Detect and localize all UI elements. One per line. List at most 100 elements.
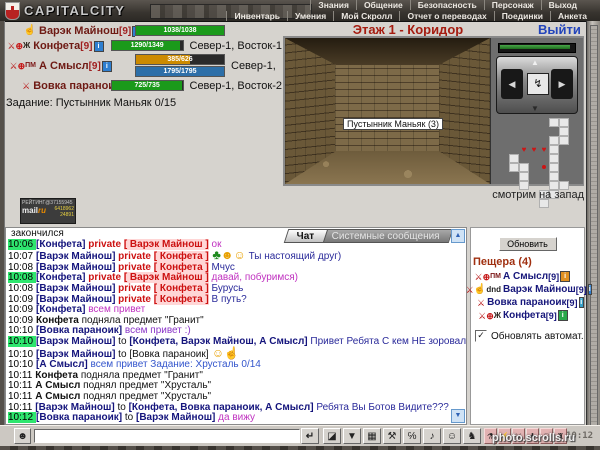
- menu-item[interactable]: Персонаж: [484, 0, 541, 10]
- chat-segment: [Конфета]: [36, 239, 85, 250]
- map-empty: [569, 127, 579, 136]
- chat-segment: всем привет: [85, 304, 145, 315]
- chat-timestamp: 10:10: [8, 336, 36, 347]
- submenu-item[interactable]: Отчет о переводах: [399, 11, 493, 21]
- chat-segment: [Вовка параноик]: [36, 412, 122, 423]
- nav-left-arrow[interactable]: ◀: [501, 69, 523, 99]
- cave-member-name[interactable]: Вовка параноик: [485, 297, 566, 308]
- submenu-item[interactable]: Мой Скролл: [333, 11, 399, 21]
- chat-scroll-down[interactable]: ▼: [451, 409, 465, 423]
- chat-scroll-up[interactable]: ▲: [451, 229, 465, 243]
- window-button[interactable]: ▦: [363, 428, 381, 444]
- sound-button[interactable]: ♪: [423, 428, 441, 444]
- chat-toolbar: ☻ ↵ ◪▼▦⚒℅♪☺♞ ⚗⚡⚔✚☠♜ 10:12 photo.scrolls.…: [0, 425, 600, 446]
- emoticon-picker-button[interactable]: ☻: [14, 428, 31, 444]
- potion-button[interactable]: ⚗: [484, 428, 497, 444]
- chat-segment: private: [85, 272, 123, 283]
- submenu-item[interactable]: Умения: [287, 11, 333, 21]
- auto-refresh-label: Обновлять автомат.: [491, 331, 584, 342]
- nav-center-button[interactable]: ↯: [527, 73, 549, 95]
- map-empty: [539, 172, 549, 181]
- filter-button[interactable]: ▼: [343, 428, 361, 444]
- runner-button[interactable]: ⚒: [383, 428, 401, 444]
- attack-button[interactable]: ⚔: [512, 428, 525, 444]
- lightning-button[interactable]: ⚡: [498, 428, 511, 444]
- submenu-item[interactable]: Анкета: [550, 11, 594, 21]
- nav-up-arrow[interactable]: ▲: [531, 58, 539, 67]
- chat-segment: [Варэк Майнош]: [36, 283, 115, 294]
- heal-button[interactable]: ✚: [526, 428, 539, 444]
- nav-right-arrow[interactable]: ▶: [551, 69, 573, 99]
- window-scrollbar[interactable]: [586, 21, 600, 445]
- hp-bar: 725/735: [111, 80, 184, 91]
- status-icon: ПМ: [25, 61, 36, 71]
- member-name[interactable]: Варэк Майнош: [39, 25, 119, 37]
- submenu-item[interactable]: Инвентарь: [226, 11, 287, 21]
- info-badge-icon[interactable]: i: [94, 41, 104, 52]
- cave-member-name[interactable]: Варэк Майнош: [501, 284, 576, 295]
- map-dot-icon: [539, 163, 549, 172]
- chat-timestamp: 10:12: [8, 412, 36, 423]
- member-name[interactable]: Вовка параноик: [33, 80, 111, 92]
- member-location: Север-1, Восток-1: [184, 40, 283, 52]
- counter-line1: РЕЙТИНГ@37155945: [21, 199, 75, 206]
- helmet-button[interactable]: ♞: [463, 428, 481, 444]
- smiley-button[interactable]: ☺: [443, 428, 461, 444]
- rating-counter-badge[interactable]: РЕЙТИНГ@37155945 mailru 641896224891: [20, 198, 76, 224]
- status-icon: ☝: [24, 26, 36, 36]
- location-title: Этаж 1 - Коридор: [283, 22, 533, 37]
- map-empty: [559, 145, 569, 154]
- chat-segment: закончился: [11, 228, 64, 239]
- map-empty: [519, 136, 529, 145]
- status-icon: ⚔: [477, 298, 485, 308]
- chat-tab[interactable]: Системные сообщения: [319, 229, 453, 243]
- map-tile: [549, 145, 559, 154]
- party-member-row: ⚔ Вовка параноик[9]i 725/735 Север-1, Во…: [6, 79, 282, 92]
- nav-down-arrow[interactable]: ▼: [531, 104, 539, 113]
- cave-member-level: [9]: [576, 285, 587, 295]
- npc-tooltip[interactable]: Пустынник Маньяк (3): [343, 118, 443, 130]
- chat-timestamp: 10:11: [8, 380, 35, 391]
- sub-menu: ИнвентарьУменияМой СкроллОтчет о перевод…: [226, 10, 594, 21]
- menu-item[interactable]: Безопасность: [410, 0, 484, 10]
- member-bars: 1038/1038: [135, 25, 225, 36]
- menu-item[interactable]: Общение: [356, 0, 410, 10]
- hp-bar-value: 1795/1795: [136, 67, 224, 76]
- map-empty: [569, 154, 579, 163]
- member-name[interactable]: Конфета: [33, 40, 80, 52]
- map-heart-icon: ♥: [529, 145, 539, 154]
- skull-button[interactable]: ☠: [540, 428, 553, 444]
- chat-timestamp: 10:11: [8, 391, 35, 402]
- menu-item[interactable]: Выход: [541, 0, 584, 10]
- submenu-item[interactable]: Поединки: [494, 11, 550, 21]
- eraser-button[interactable]: ◪: [323, 428, 341, 444]
- send-button[interactable]: ↵: [301, 428, 319, 444]
- chat-segment: давай, побуримся): [209, 272, 298, 283]
- info-badge-icon[interactable]: i: [588, 284, 592, 295]
- cave-member-name[interactable]: А Смысл: [501, 271, 548, 282]
- chat-input[interactable]: [34, 429, 300, 443]
- status-icon: dnd: [486, 285, 501, 295]
- party-member-row: ⚔⊕Ж Конфета[9]i 1290/1349 Север-1, Восто…: [6, 39, 282, 52]
- chat-segment: private: [115, 283, 153, 294]
- info-badge-icon[interactable]: i: [560, 271, 570, 282]
- dungeon-viewport[interactable]: Пустынник Маньяк (3): [285, 38, 490, 184]
- info-badge-icon[interactable]: i: [558, 310, 568, 321]
- map-empty: [569, 172, 579, 181]
- toolbar-pink-buttons: ⚗⚡⚔✚☠♜: [484, 428, 567, 444]
- cave-member-level: [9]: [548, 272, 559, 282]
- map-tile: [549, 163, 559, 172]
- language-button[interactable]: ℅: [403, 428, 421, 444]
- chat-tab[interactable]: Чат: [283, 229, 327, 243]
- cave-member-name[interactable]: Конфета: [501, 310, 546, 321]
- member-name[interactable]: А Смысл: [39, 60, 89, 72]
- map-empty: [529, 118, 539, 127]
- menu-item[interactable]: Знания: [310, 0, 356, 10]
- auto-refresh-row: ✓ Обновлять автомат.: [475, 330, 584, 342]
- exit-link[interactable]: Выйти: [538, 22, 581, 37]
- refresh-button[interactable]: Обновить: [499, 237, 557, 251]
- info-badge-icon[interactable]: i: [579, 297, 584, 308]
- info-badge-icon[interactable]: i: [102, 61, 112, 72]
- auto-refresh-checkbox[interactable]: ✓: [475, 330, 487, 342]
- map-empty: [519, 127, 529, 136]
